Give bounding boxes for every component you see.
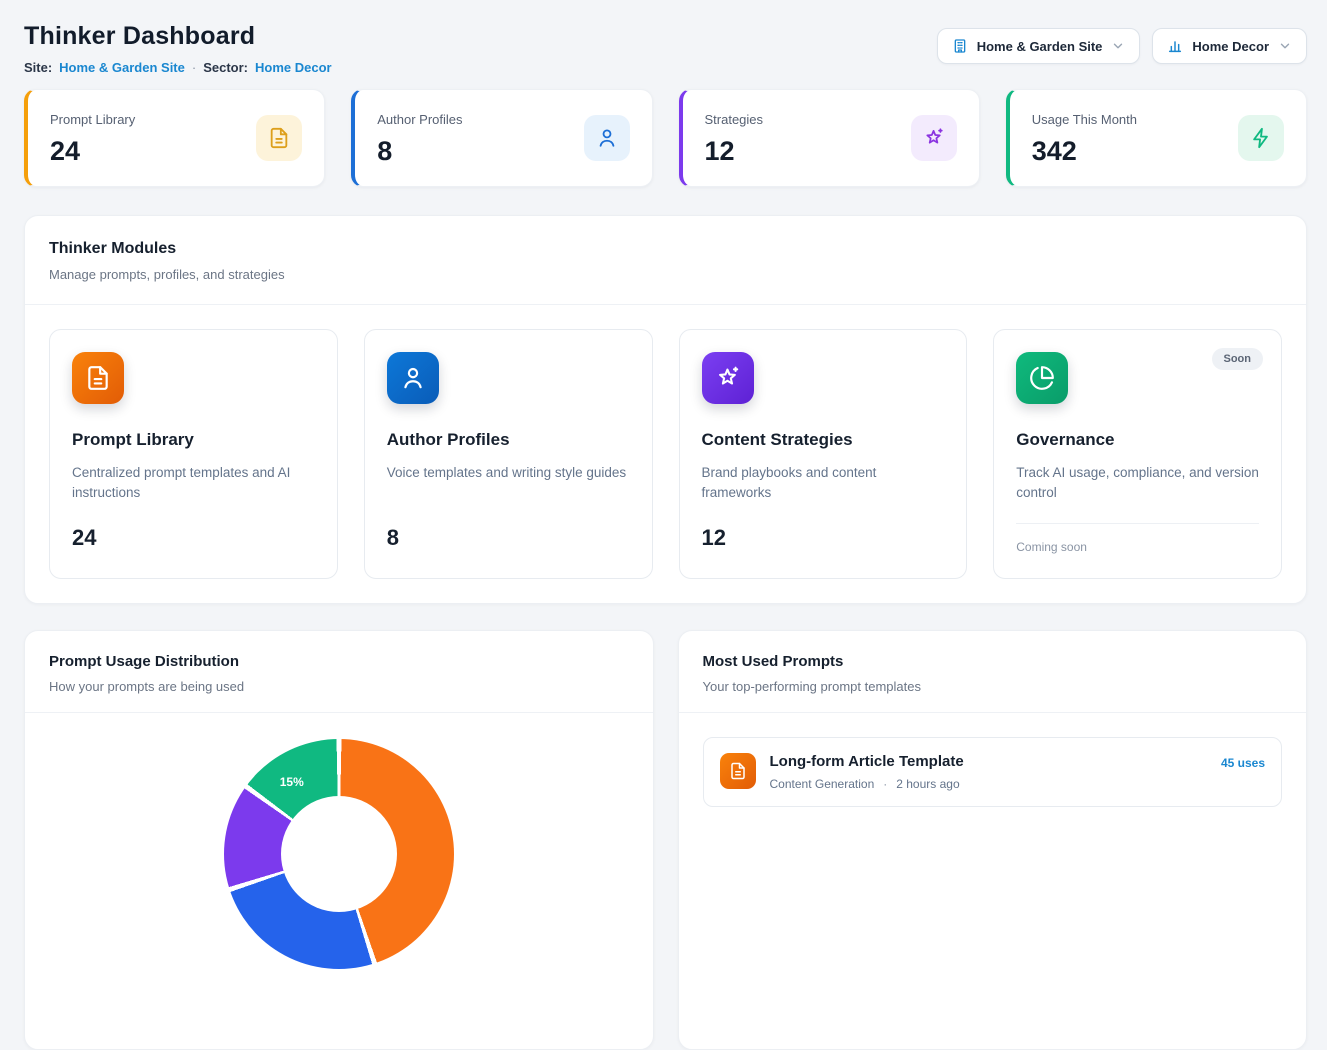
lightning-icon — [1238, 115, 1284, 161]
module-title: Prompt Library — [72, 430, 315, 450]
document-icon — [720, 753, 756, 789]
module-title: Content Strategies — [702, 430, 945, 450]
stat-label: Usage This Month — [1032, 112, 1137, 127]
prompts-card-subtitle: Your top-performing prompt templates — [703, 679, 1283, 694]
chevron-down-icon — [1278, 39, 1292, 53]
prompt-uses-badge: 45 uses — [1221, 756, 1265, 770]
building-icon — [952, 38, 968, 54]
module-title: Author Profiles — [387, 430, 630, 450]
coming-soon-text: Coming soon — [1016, 540, 1259, 554]
pie-chart-icon — [1016, 352, 1068, 404]
site-label: Site: — [24, 60, 52, 75]
stat-card-strategies: Strategies 12 — [679, 89, 980, 187]
chevron-down-icon — [1111, 39, 1125, 53]
thinker-modules-panel: Thinker Modules Manage prompts, profiles… — [24, 215, 1307, 604]
module-count: 24 — [72, 525, 315, 551]
stat-label: Prompt Library — [50, 112, 135, 127]
prompt-category: Content Generation — [770, 777, 875, 791]
modules-panel-header: Thinker Modules Manage prompts, profiles… — [25, 216, 1306, 305]
bottom-row: Prompt Usage Distribution How your promp… — [24, 630, 1307, 1050]
usage-card-header: Prompt Usage Distribution How your promp… — [25, 631, 653, 713]
bar-chart-icon — [1167, 38, 1183, 54]
document-icon — [72, 352, 124, 404]
module-description: Centralized prompt templates and AI inst… — [72, 463, 315, 505]
modules-grid: Prompt Library Centralized prompt templa… — [25, 305, 1306, 603]
sparkle-star-icon — [911, 115, 957, 161]
separator-dot: · — [192, 60, 196, 75]
stat-label: Strategies — [705, 112, 764, 127]
prompt-time: 2 hours ago — [896, 777, 959, 791]
stats-row: Prompt Library 24 Author Profiles 8 Stra… — [24, 89, 1307, 187]
stat-card-author-profiles: Author Profiles 8 — [351, 89, 652, 187]
donut-segment-label: 15% — [280, 775, 304, 789]
stat-value: 8 — [377, 138, 462, 165]
usage-card-subtitle: How your prompts are being used — [49, 679, 629, 694]
sector-label: Sector: — [203, 60, 248, 75]
module-description: Track AI usage, compliance, and version … — [1016, 463, 1259, 505]
sector-link[interactable]: Home Decor — [255, 60, 332, 75]
prompt-usage-card: Prompt Usage Distribution How your promp… — [24, 630, 654, 1050]
site-selector-dropdown[interactable]: Home & Garden Site — [937, 28, 1141, 64]
prompts-card-title: Most Used Prompts — [703, 653, 1283, 670]
most-used-prompts-card: Most Used Prompts Your top-performing pr… — [678, 630, 1308, 1050]
chart-area: 15% — [25, 713, 653, 969]
donut-chart: 15% — [224, 739, 454, 969]
module-card-governance[interactable]: Soon Governance Track AI usage, complian… — [993, 329, 1282, 579]
module-count: 8 — [387, 525, 630, 551]
site-selector-label: Home & Garden Site — [977, 39, 1103, 54]
page-header: Thinker Dashboard Site: Home & Garden Si… — [24, 22, 1307, 75]
sector-selector-label: Home Decor — [1192, 39, 1269, 54]
module-description: Voice templates and writing style guides — [387, 463, 630, 505]
module-title: Governance — [1016, 430, 1259, 450]
usage-card-title: Prompt Usage Distribution — [49, 653, 629, 670]
soon-badge: Soon — [1212, 348, 1264, 370]
module-card-author-profiles[interactable]: Author Profiles Voice templates and writ… — [364, 329, 653, 579]
sparkle-star-icon — [702, 352, 754, 404]
sector-selector-dropdown[interactable]: Home Decor — [1152, 28, 1307, 64]
prompt-list-item[interactable]: Long-form Article Template Content Gener… — [703, 737, 1283, 807]
separator-dot: · — [883, 777, 887, 791]
page-title: Thinker Dashboard — [24, 22, 332, 51]
title-block: Thinker Dashboard Site: Home & Garden Si… — [24, 22, 332, 75]
stat-card-usage: Usage This Month 342 — [1006, 89, 1307, 187]
stat-value: 342 — [1032, 138, 1137, 165]
module-card-prompt-library[interactable]: Prompt Library Centralized prompt templa… — [49, 329, 338, 579]
stat-value: 24 — [50, 138, 135, 165]
person-icon — [584, 115, 630, 161]
module-count: 12 — [702, 525, 945, 551]
modules-panel-subtitle: Manage prompts, profiles, and strategies — [49, 267, 1282, 282]
header-selectors: Home & Garden Site Home Decor — [937, 28, 1307, 64]
breadcrumb: Site: Home & Garden Site · Sector: Home … — [24, 60, 332, 75]
modules-panel-title: Thinker Modules — [49, 240, 1282, 258]
module-card-content-strategies[interactable]: Content Strategies Brand playbooks and c… — [679, 329, 968, 579]
dashboard-page: Thinker Dashboard Site: Home & Garden Si… — [0, 0, 1327, 1050]
divider — [1016, 523, 1259, 524]
stat-label: Author Profiles — [377, 112, 462, 127]
prompt-list: Long-form Article Template Content Gener… — [679, 713, 1307, 831]
person-icon — [387, 352, 439, 404]
document-icon — [256, 115, 302, 161]
stat-value: 12 — [705, 138, 764, 165]
prompt-meta: Content Generation · 2 hours ago — [770, 777, 1207, 791]
stat-card-prompt-library: Prompt Library 24 — [24, 89, 325, 187]
prompt-title: Long-form Article Template — [770, 753, 1207, 770]
prompts-card-header: Most Used Prompts Your top-performing pr… — [679, 631, 1307, 713]
site-link[interactable]: Home & Garden Site — [59, 60, 185, 75]
module-description: Brand playbooks and content frameworks — [702, 463, 945, 505]
